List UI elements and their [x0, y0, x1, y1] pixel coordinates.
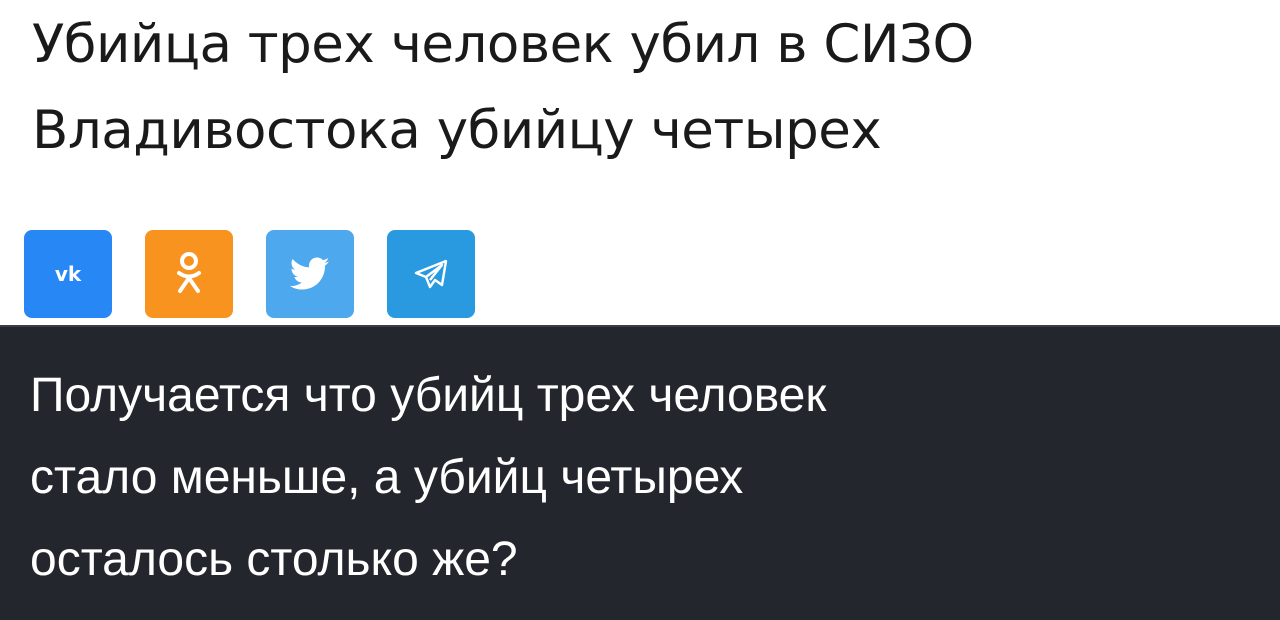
svg-text:vk: vk: [55, 262, 82, 286]
headline-line-1: Убийца трех человек убил в СИЗО: [32, 14, 974, 75]
comment-line-1: Получается что убийц трех человек: [30, 369, 827, 422]
article-headline[interactable]: Убийца трех человек убил в СИЗО Владивос…: [32, 2, 974, 174]
comment-text: Получается что убийц трех человек стало …: [30, 355, 826, 601]
twitter-bird-icon: [290, 257, 330, 290]
share-odnoklassniki-button[interactable]: [145, 230, 233, 318]
share-twitter-button[interactable]: [266, 230, 354, 318]
comment-line-2: стало меньше, а убийц четырех: [30, 451, 744, 504]
share-telegram-button[interactable]: [387, 230, 475, 318]
share-vk-button[interactable]: vk: [24, 230, 112, 318]
odnoklassniki-icon: [177, 252, 201, 293]
news-article: Убийца трех человек убил в СИЗО Владивос…: [0, 0, 1280, 325]
comment-line-3: осталось столько же?: [30, 533, 518, 586]
share-buttons: vk: [24, 230, 475, 318]
comment-overlay: Получается что убийц трех человек стало …: [0, 325, 1280, 620]
vk-icon: vk: [55, 262, 82, 286]
telegram-plane-icon: [414, 259, 448, 289]
screenshot: Убийца трех человек убил в СИЗО Владивос…: [0, 0, 1280, 620]
headline-line-2: Владивостока убийцу четырех: [32, 100, 882, 161]
